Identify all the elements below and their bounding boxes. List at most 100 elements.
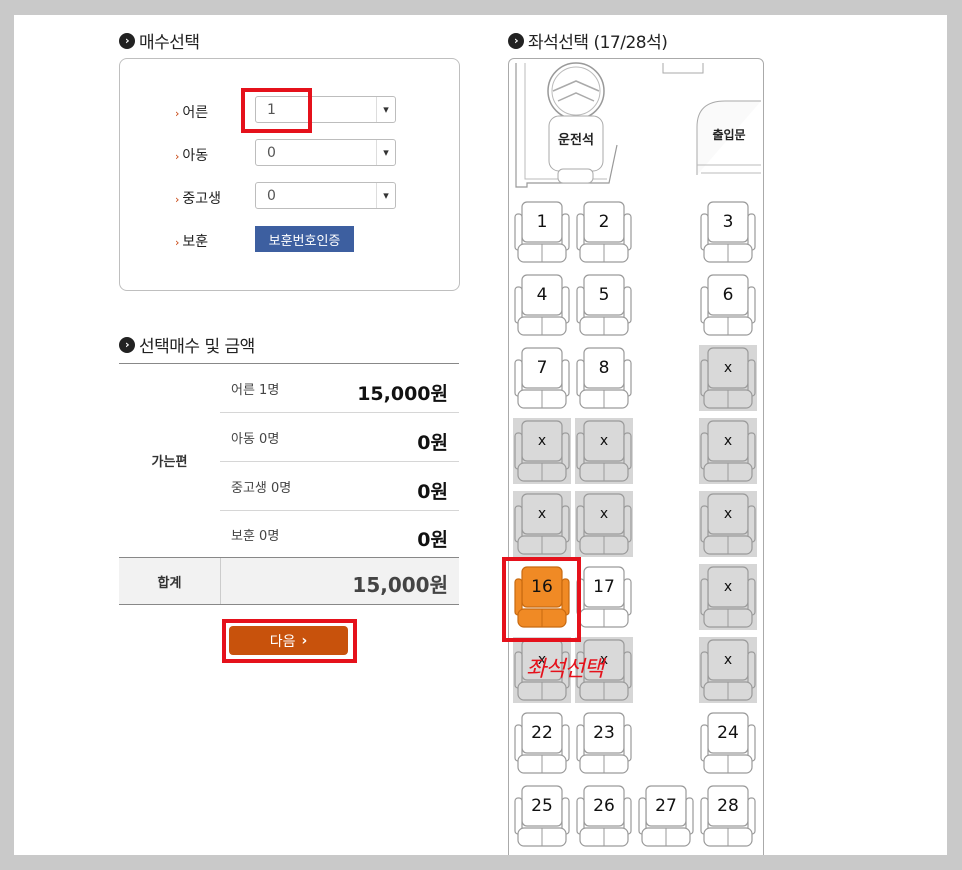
chevron-down-icon: ▾ — [376, 140, 395, 165]
seat-icon — [514, 347, 570, 409]
seat-11: x — [575, 418, 633, 484]
seat-icon — [575, 491, 633, 557]
seat-icon — [699, 418, 757, 484]
seat-icon — [576, 785, 632, 847]
seat-number: 8 — [598, 358, 610, 378]
seat-23[interactable]: 23 — [575, 710, 633, 776]
driver-seat-label: 운전석 — [558, 133, 594, 148]
summary-row-amount: 15,000원 — [357, 383, 448, 405]
summary-row-amount: 0원 — [417, 529, 448, 551]
seat-4[interactable]: 4 — [513, 272, 571, 338]
summary-row-label: 어른 1명 — [231, 383, 280, 398]
seat-25[interactable]: 25 — [513, 783, 571, 849]
direction-label: 가는편 — [151, 454, 188, 470]
seat-icon — [699, 345, 757, 411]
seat-number: x — [599, 433, 609, 449]
seat-icon — [576, 201, 632, 263]
seat-number: 24 — [717, 723, 739, 743]
seat-icon — [576, 347, 632, 409]
seat-icon — [513, 418, 571, 484]
child-count-value: 0 — [267, 145, 276, 161]
selected-seat-highlight — [502, 557, 581, 642]
child-count-select[interactable]: 0 ▾ — [255, 139, 396, 166]
seat-number: 1 — [536, 212, 548, 232]
student-label-text: 중고생 — [182, 191, 222, 207]
seat-17[interactable]: 17 — [575, 564, 633, 630]
seat-select-title-text: 좌석선택 (17/28석) — [528, 33, 668, 53]
seat-icon — [576, 274, 632, 336]
ticket-count-title-text: 매수선택 — [139, 33, 200, 53]
seat-1[interactable]: 1 — [513, 199, 571, 265]
student-count-select[interactable]: 0 ▾ — [255, 182, 396, 209]
summary-total-row: 합계 15,000원 — [119, 557, 459, 605]
seat-5[interactable]: 5 — [575, 272, 633, 338]
summary-row-adult: 어른 1명 15,000원 — [220, 364, 459, 413]
student-count-value: 0 — [267, 188, 276, 204]
seat-number: 27 — [655, 796, 677, 816]
seat-10: x — [513, 418, 571, 484]
seat-26[interactable]: 26 — [575, 783, 633, 849]
child-label: › 아동 — [175, 145, 208, 165]
arrow-icon: › — [175, 107, 180, 120]
arrow-icon: › — [175, 193, 180, 206]
seat-number: x — [723, 433, 733, 449]
seat-number: 2 — [598, 212, 610, 232]
seat-number: 6 — [722, 285, 734, 305]
seat-number: 5 — [598, 285, 610, 305]
seat-28[interactable]: 28 — [699, 783, 757, 849]
summary-row-veteran: 보훈 0명 0원 — [220, 510, 459, 558]
seat-24[interactable]: 24 — [699, 710, 757, 776]
seat-icon — [699, 491, 757, 557]
adult-label-text: 어른 — [182, 105, 209, 121]
seat-14: x — [575, 491, 633, 557]
seat-icon — [514, 274, 570, 336]
arrow-icon: › — [175, 236, 180, 249]
seat-7[interactable]: 7 — [513, 345, 571, 411]
summary-title-text: 선택매수 및 금액 — [139, 337, 255, 357]
student-label: › 중고생 — [175, 188, 221, 208]
seat-icon — [699, 637, 757, 703]
seat-number: 4 — [536, 285, 548, 305]
seat-8[interactable]: 8 — [575, 345, 633, 411]
seat-6[interactable]: 6 — [699, 272, 757, 338]
summary-title: › 선택매수 및 금액 — [119, 332, 255, 357]
seat-18: x — [699, 564, 757, 630]
seat-number: 25 — [531, 796, 553, 816]
seat-15: x — [699, 491, 757, 557]
adult-label: › 어른 — [175, 102, 208, 122]
child-label-text: 아동 — [182, 148, 209, 164]
seat-number: x — [537, 433, 547, 449]
seat-number: 22 — [531, 723, 553, 743]
bus-seat-map: 운전석 출입문 1 2 3 4 5 6 7 8 x x x x x x x 16 17 x x x x 22 23 24 25 2… — [508, 58, 764, 855]
seat-21: x — [699, 637, 757, 703]
seat-icon — [513, 491, 571, 557]
seat-icon — [638, 785, 694, 847]
chevron-down-icon: ▾ — [376, 183, 395, 208]
ticket-count-title: › 매수선택 — [119, 28, 200, 53]
total-label: 합계 — [119, 558, 221, 604]
seat-number: x — [599, 506, 609, 522]
chevron-right-icon: › — [119, 336, 135, 353]
chevron-right-icon: › — [119, 32, 135, 49]
seat-3[interactable]: 3 — [699, 199, 757, 265]
seat-13: x — [513, 491, 571, 557]
seat-icon — [575, 418, 633, 484]
veteran-verify-button[interactable]: 보훈번호인증 — [255, 226, 354, 252]
chevron-right-icon: › — [508, 32, 524, 49]
summary-row-label: 아동 0명 — [231, 432, 280, 447]
next-button[interactable]: 다음 › — [229, 626, 348, 655]
seat-number: x — [723, 579, 733, 595]
seat-select-title: › 좌석선택 (17/28석) — [508, 28, 668, 53]
seat-number: x — [723, 360, 733, 376]
seat-number: x — [537, 506, 547, 522]
seat-icon — [514, 201, 570, 263]
seat-27[interactable]: 27 — [637, 783, 695, 849]
seat-number: x — [723, 652, 733, 668]
seat-2[interactable]: 2 — [575, 199, 633, 265]
summary-row-label: 보훈 0명 — [231, 529, 280, 544]
seat-icon — [514, 712, 570, 774]
seat-icon — [576, 566, 632, 628]
seat-22[interactable]: 22 — [513, 710, 571, 776]
seat-select-overlay-text: 좌석선택 — [526, 657, 604, 682]
seat-number: 23 — [593, 723, 615, 743]
